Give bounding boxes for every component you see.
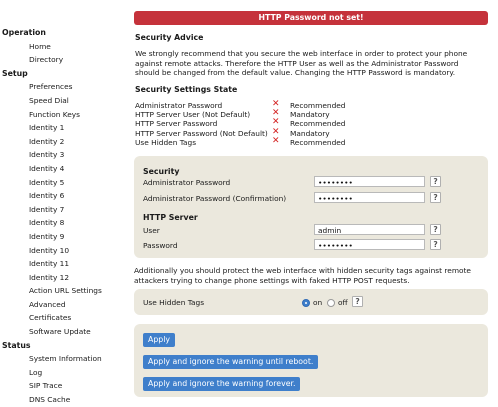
sidebar-item-identity-3[interactable]: Identity 3 [0, 148, 122, 162]
user-label: User [143, 226, 160, 235]
hidden-tags-description: Additionally you should protect the web … [134, 266, 471, 285]
security-advice-text: We strongly recommend that you secure th… [135, 49, 468, 78]
apply-ignore-until-reboot-button[interactable]: Apply and ignore the warning until reboo… [143, 355, 319, 369]
sidebar-item-function-keys[interactable]: Function Keys [0, 108, 122, 122]
sidebar-item-identity-10[interactable]: Identity 10 [0, 244, 122, 258]
password-label: Password [143, 241, 178, 250]
hidden-tags-off-radio[interactable] [327, 299, 335, 307]
security-state-title: Security Settings State [135, 85, 238, 94]
sidebar-item-advanced[interactable]: Advanced [0, 298, 122, 312]
apply-panel: Apply Apply and ignore the warning until… [134, 324, 488, 397]
help-icon[interactable]: ? [430, 192, 441, 203]
hidden-tags-label: Use Hidden Tags [143, 298, 205, 307]
admin-password-label: Administrator Password [143, 178, 231, 187]
sidebar-item-dns-cache[interactable]: DNS Cache [0, 393, 122, 407]
state-row: HTTP Server Password ✕ Recommended [135, 118, 475, 129]
sidebar-item-identity-1[interactable]: Identity 1 [0, 121, 122, 135]
help-icon[interactable]: ? [430, 239, 441, 250]
sidebar-nav: Operation Home Directory Setup Preferenc… [0, 26, 122, 407]
http-server-section-title: HTTP Server [143, 213, 198, 222]
sidebar-item-identity-12[interactable]: Identity 12 [0, 271, 122, 285]
security-settings-panel: Security Administrator Password ••••••••… [134, 156, 488, 258]
sidebar-section-operation: Operation [2, 28, 46, 37]
sidebar-item-identity-4[interactable]: Identity 4 [0, 162, 122, 176]
state-label: Administrator Password [135, 101, 223, 110]
on-label: on [313, 298, 323, 307]
sidebar-item-identity-11[interactable]: Identity 11 [0, 257, 122, 271]
help-icon[interactable]: ? [430, 224, 441, 235]
sidebar-item-certificates[interactable]: Certificates [0, 311, 122, 325]
state-row: Use Hidden Tags ✕ Recommended [135, 135, 475, 147]
user-field[interactable]: admin [314, 224, 425, 235]
sidebar-item-system-information[interactable]: System Information [0, 352, 122, 366]
state-row: Administrator Password ✕ Recommended [135, 99, 475, 110]
state-label: Use Hidden Tags [135, 137, 197, 147]
state-label: HTTP Server Password [135, 119, 218, 129]
sidebar-section-status: Status [2, 340, 31, 350]
sidebar-item-action-url-settings[interactable]: Action URL Settings [0, 284, 122, 298]
sidebar-item-identity-6[interactable]: Identity 6 [0, 189, 122, 203]
sidebar-item-identity-5[interactable]: Identity 5 [0, 176, 122, 190]
sidebar-item-identity-8[interactable]: Identity 8 [0, 216, 122, 230]
sidebar-item-home[interactable]: Home [0, 40, 122, 54]
help-icon[interactable]: ? [352, 296, 363, 307]
apply-ignore-forever-button[interactable]: Apply and ignore the warning forever. [143, 377, 301, 391]
admin-password-field[interactable]: •••••••• [314, 176, 425, 187]
state-status: Mandatory [290, 110, 330, 120]
sidebar-item-software-update[interactable]: Software Update [0, 325, 122, 339]
admin-password-confirm-field[interactable]: •••••••• [314, 192, 425, 203]
security-advice-title: Security Advice [135, 33, 204, 42]
sidebar-item-identity-7[interactable]: Identity 7 [0, 203, 122, 217]
x-icon: ✕ [272, 135, 280, 146]
state-status: Recommended [290, 119, 346, 129]
state-status: Mandatory [290, 128, 330, 138]
sidebar-section-setup: Setup [2, 68, 28, 78]
admin-password-confirm-label: Administrator Password (Confirmation) [143, 194, 287, 203]
sidebar-item-identity-9[interactable]: Identity 9 [0, 230, 122, 244]
off-label: off [338, 298, 348, 307]
state-status: Recommended [290, 101, 346, 110]
password-field[interactable]: •••••••• [314, 239, 425, 250]
state-row: HTTP Server Password (Not Default) ✕ Man… [135, 127, 475, 138]
hidden-tags-panel: Use Hidden Tags on off ? [134, 289, 488, 315]
state-label: HTTP Server User (Not Default) [135, 110, 251, 120]
help-icon[interactable]: ? [430, 176, 441, 187]
sidebar-item-directory[interactable]: Directory [0, 53, 122, 67]
state-row: HTTP Server User (Not Default) ✕ Mandato… [135, 108, 475, 120]
warning-banner: HTTP Password not set! [134, 11, 488, 25]
state-label: HTTP Server Password (Not Default) [135, 128, 268, 138]
hidden-tags-on-radio[interactable] [302, 299, 310, 307]
apply-button[interactable]: Apply [143, 333, 176, 347]
security-section-title: Security [143, 167, 180, 176]
sidebar-item-preferences[interactable]: Preferences [0, 80, 122, 94]
state-status: Recommended [290, 137, 346, 147]
sidebar-item-sip-trace[interactable]: SIP Trace [0, 379, 122, 393]
sidebar-item-speed-dial[interactable]: Speed Dial [0, 94, 122, 108]
sidebar-item-identity-2[interactable]: Identity 2 [0, 135, 122, 149]
sidebar-item-log[interactable]: Log [0, 366, 122, 380]
